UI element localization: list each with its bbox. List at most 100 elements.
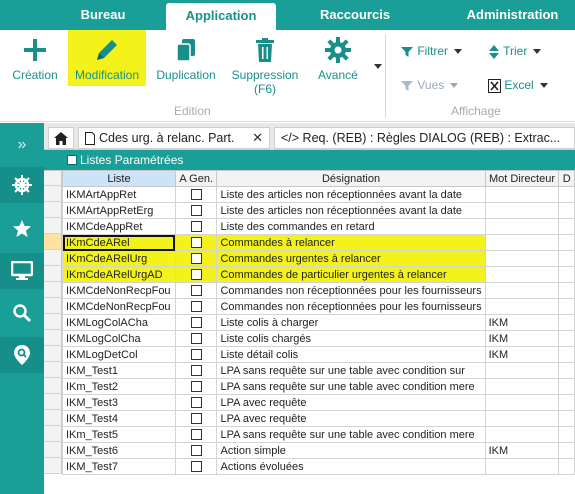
a-gen-checkbox[interactable] [190,397,202,409]
vues-button[interactable]: Vues [400,74,459,96]
cell-designation[interactable]: Commandes à relancer [216,234,486,251]
table-row[interactable]: IKm_Test2 LPA sans requête sur une table … [62,378,575,395]
row-header[interactable] [44,218,62,234]
cell-liste[interactable]: IKMArtAppRet [62,186,176,203]
sidebar-item-favorites[interactable] [0,211,44,247]
table-row[interactable]: IKMLogDetCol Liste détail colis IKM [62,346,575,363]
a-gen-checkbox[interactable] [190,237,202,249]
suppression-button[interactable]: Suppression (F6) [226,30,304,100]
cell-liste[interactable]: IKMArtAppRetErg [62,202,176,219]
table-row[interactable]: IKMLogColCha Liste colis chargés IKM [62,330,575,347]
cell-mot-directeur[interactable] [484,378,560,395]
row-header[interactable] [44,362,62,378]
cell-d[interactable] [558,282,575,299]
cell-mot-directeur[interactable]: IKM [484,442,560,459]
cell-mot-directeur[interactable] [484,394,560,411]
cell-mot-directeur[interactable] [484,202,560,219]
cell-d[interactable] [558,410,575,427]
cell-mot-directeur[interactable] [484,266,560,283]
cell-mot-directeur[interactable] [484,410,560,427]
trier-button[interactable]: Trier [488,40,542,62]
a-gen-checkbox[interactable] [190,269,202,281]
a-gen-checkbox[interactable] [190,333,202,345]
excel-button[interactable]: Excel [488,74,548,96]
avance-button[interactable]: Avancé [312,30,382,86]
cell-designation[interactable]: LPA avec requête [216,410,486,427]
row-header[interactable] [44,266,62,282]
cell-mot-directeur[interactable] [484,250,560,267]
table-row[interactable]: IKMLogColACha Liste colis à charger IKM [62,314,575,331]
table-row[interactable]: IKmCdeARelUrg Commandes urgentes à relanc… [62,250,575,267]
column-header-d[interactable]: D [558,170,575,187]
cell-mot-directeur[interactable] [484,218,560,235]
cell-d[interactable] [558,442,575,459]
a-gen-checkbox[interactable] [190,445,202,457]
column-header-mot-directeur[interactable]: Mot Directeur [484,170,560,187]
cell-designation[interactable]: LPA sans requête sur une table avec cond… [216,378,486,395]
table-row[interactable]: IKmCdeARel Commandes à relancer [62,234,575,251]
cell-designation[interactable]: Action simple [216,442,486,459]
cell-designation[interactable]: Liste colis chargés [216,330,486,347]
row-header[interactable] [44,314,62,330]
cell-d[interactable] [558,186,575,203]
row-header[interactable] [44,186,62,202]
cell-designation[interactable]: LPA sans requête sur une table avec cond… [216,362,486,379]
cell-liste[interactable]: IKm_Test5 [62,426,176,443]
creation-button[interactable]: Création [6,30,64,86]
collapse-sidebar-button[interactable]: » [0,127,44,163]
cell-mot-directeur[interactable]: IKM [484,346,560,363]
doc-tab-req-reb[interactable]: </> Req. (REB) : Règles DIALOG (REB) : E… [274,127,575,149]
cell-designation[interactable]: Commandes non réceptionnées pour les fou… [216,282,486,299]
cell-d[interactable] [558,362,575,379]
cell-designation[interactable]: Commandes non réceptionnées pour les fou… [216,298,486,315]
cell-mot-directeur[interactable] [484,426,560,443]
table-row[interactable]: IKM_Test3 LPA avec requête [62,394,575,411]
cell-d[interactable] [558,394,575,411]
cell-mot-directeur[interactable] [484,282,560,299]
a-gen-checkbox[interactable] [190,365,202,377]
menu-tab-bureau[interactable]: Bureau [58,0,148,30]
cell-mot-directeur[interactable]: IKM [484,314,560,331]
cell-liste[interactable]: IKmCdeARelUrgAD [62,266,176,283]
a-gen-checkbox[interactable] [190,381,202,393]
cell-d[interactable] [558,266,575,283]
cell-designation[interactable]: Liste colis à charger [216,314,486,331]
cell-liste[interactable]: IKMLogColCha [62,330,176,347]
column-header-designation[interactable]: Désignation [216,170,486,187]
table-row[interactable]: IKMArtAppRet Liste des articles non récep… [62,186,575,203]
a-gen-checkbox[interactable] [190,317,202,329]
cell-d[interactable] [558,330,575,347]
row-header[interactable] [44,330,62,346]
a-gen-checkbox[interactable] [190,461,202,473]
cell-d[interactable] [558,458,575,475]
cell-designation[interactable]: Liste détail colis [216,346,486,363]
table-row[interactable]: IKmCdeARelUrgAD Commandes de particulier … [62,266,575,283]
cell-liste[interactable]: IKmCdeARel [62,234,176,251]
cell-liste[interactable]: IKMCdeNonRecpFou [62,298,176,315]
a-gen-checkbox[interactable] [190,205,202,217]
menu-tab-raccourcis[interactable]: Raccourcis [300,0,410,30]
cell-designation[interactable]: Actions évoluées [216,458,486,475]
cell-designation[interactable]: Liste des commandes en retard [216,218,486,235]
row-header[interactable] [44,378,62,394]
a-gen-checkbox[interactable] [190,253,202,265]
cell-liste[interactable]: IKM_Test7 [62,458,176,475]
row-header[interactable] [44,234,62,250]
modification-button[interactable]: Modification [68,30,146,86]
table-row[interactable]: IKMCdeNonRecpFou Commandes non réceptionn… [62,298,575,315]
cell-liste[interactable]: IKM_Test1 [62,362,176,379]
cell-liste[interactable]: IKMCdeAppRet [62,218,176,235]
row-header[interactable] [44,458,62,474]
row-header[interactable] [44,394,62,410]
cell-mot-directeur[interactable] [484,362,560,379]
row-header[interactable] [44,426,62,442]
table-row[interactable]: IKM_Test6 Action simple IKM [62,442,575,459]
column-header-liste[interactable]: Liste [62,170,176,187]
table-row[interactable]: IKM_Test7 Actions évoluées [62,458,575,475]
row-header[interactable] [44,442,62,458]
sidebar-item-helm[interactable] [0,167,44,203]
cell-liste[interactable]: IKM_Test4 [62,410,176,427]
cell-d[interactable] [558,298,575,315]
a-gen-checkbox[interactable] [190,301,202,313]
row-header[interactable] [44,282,62,298]
